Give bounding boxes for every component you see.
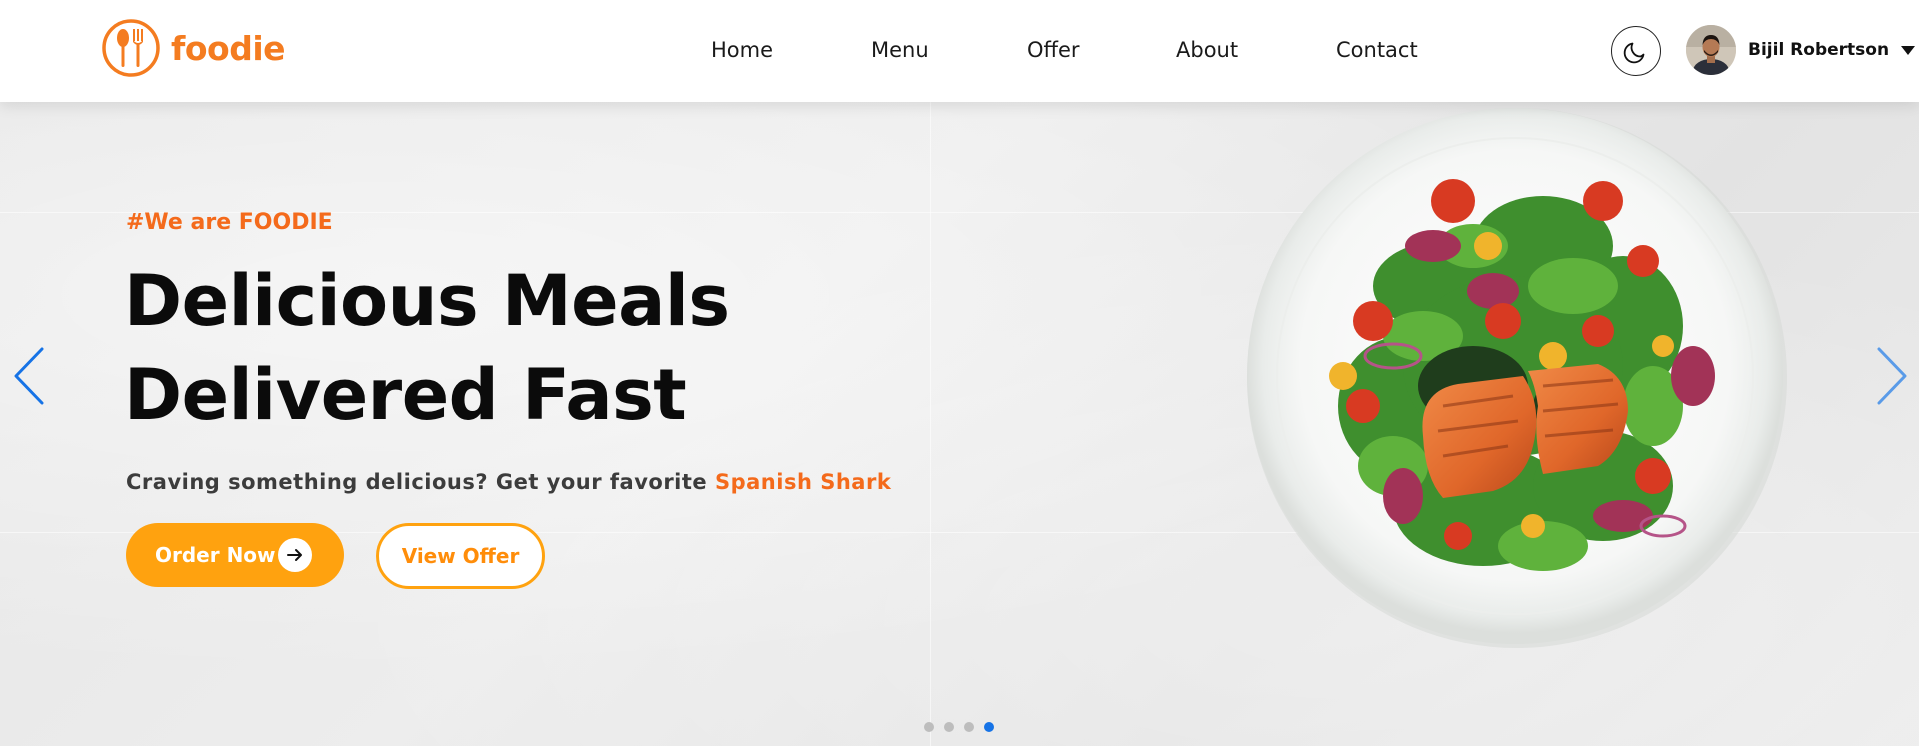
site-header: foodie Home Menu Offer About Contact Bij… bbox=[0, 0, 1919, 102]
nav-item-offer[interactable]: Offer bbox=[1027, 38, 1080, 62]
carousel-prev-button[interactable] bbox=[10, 343, 50, 409]
nav-item-menu[interactable]: Menu bbox=[871, 38, 929, 62]
order-now-button[interactable]: Order Now bbox=[126, 523, 344, 587]
carousel-dot-active[interactable] bbox=[984, 722, 994, 732]
chevron-right-icon bbox=[1877, 347, 1907, 405]
user-name: Bijil Robertson bbox=[1748, 40, 1890, 60]
carousel-next-button[interactable] bbox=[1871, 343, 1911, 409]
hero-tagline-text: Craving something delicious? Get your fa… bbox=[126, 470, 708, 494]
nav-item-about[interactable]: About bbox=[1176, 38, 1238, 62]
hero-headline-line1: Delicious Meals bbox=[124, 260, 730, 342]
salmon-salad-plate bbox=[1247, 108, 1787, 648]
theme-toggle-button[interactable] bbox=[1611, 26, 1661, 76]
avatar bbox=[1686, 25, 1736, 75]
carousel-indicators bbox=[924, 722, 994, 732]
user-menu[interactable]: Bijil Robertson bbox=[1686, 25, 1916, 75]
brand-name: foodie bbox=[171, 28, 286, 68]
arrow-right-icon bbox=[278, 538, 312, 572]
nav-item-home[interactable]: Home bbox=[711, 38, 773, 62]
nav-item-contact[interactable]: Contact bbox=[1336, 38, 1418, 62]
hero-headline-line2: Delivered Fast bbox=[124, 354, 687, 436]
order-now-label: Order Now bbox=[155, 543, 276, 567]
view-offer-label: View Offer bbox=[401, 544, 520, 568]
hero-eyebrow: #We are FOODIE bbox=[126, 210, 333, 235]
carousel-dot[interactable] bbox=[944, 722, 954, 732]
carousel-dot[interactable] bbox=[964, 722, 974, 732]
fork-spoon-icon bbox=[102, 19, 160, 77]
moon-icon bbox=[1623, 42, 1645, 64]
brand-logo[interactable]: foodie bbox=[101, 18, 286, 78]
hero-headline: Delicious Meals Delivered Fast bbox=[124, 254, 730, 442]
view-offer-button[interactable]: View Offer bbox=[376, 523, 545, 589]
hero-banner: #We are FOODIE Delicious Meals Delivered… bbox=[0, 102, 1919, 746]
carousel-dot[interactable] bbox=[924, 722, 934, 732]
caret-down-icon bbox=[1901, 45, 1916, 55]
chevron-left-icon bbox=[14, 347, 44, 405]
hero-tagline: Craving something delicious? Get your fa… bbox=[126, 470, 891, 494]
paper-texture bbox=[930, 102, 931, 746]
hero-tagline-highlight: Spanish Shark bbox=[714, 470, 892, 494]
